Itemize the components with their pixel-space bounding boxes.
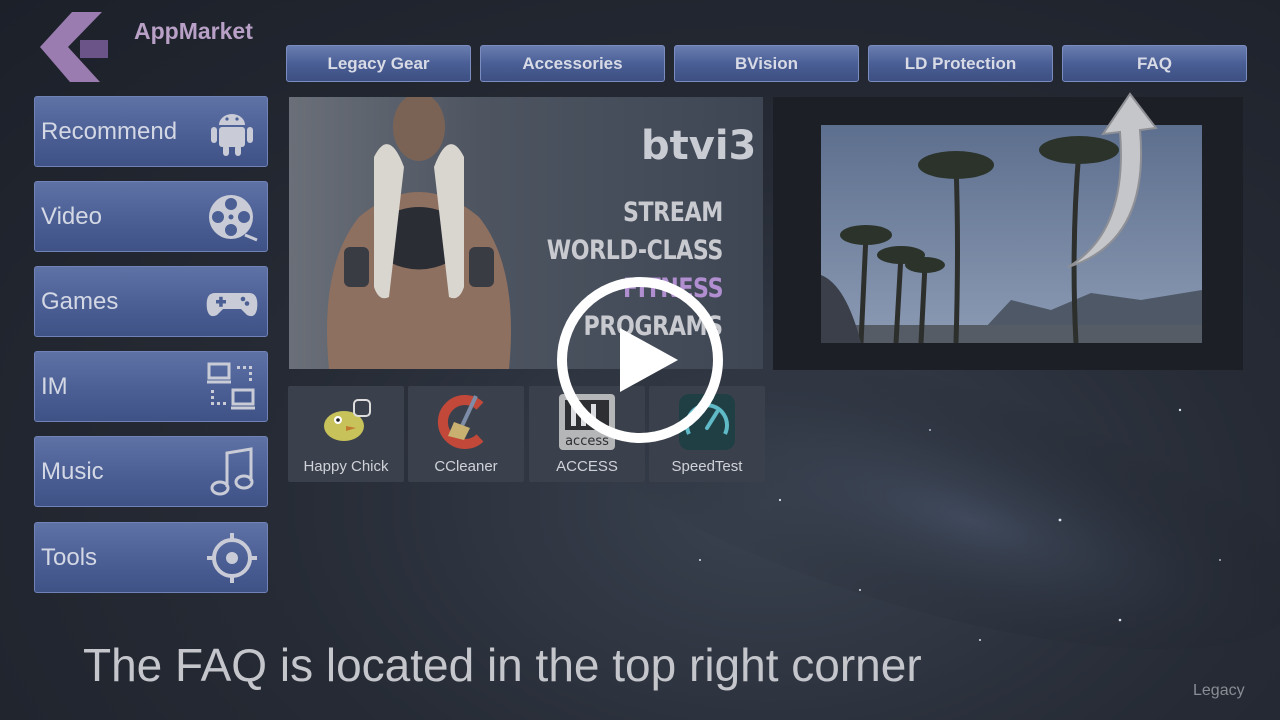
app-label: ACCESS bbox=[556, 458, 618, 475]
tab-legacy-gear[interactable]: Legacy Gear bbox=[286, 45, 471, 82]
sidebar-item-tools[interactable]: Tools bbox=[34, 522, 268, 593]
chick-icon bbox=[324, 399, 371, 441]
sidebar-item-label: Video bbox=[41, 202, 102, 230]
appmarket-logo-icon bbox=[40, 12, 108, 82]
watermark: Legacy bbox=[1193, 682, 1245, 699]
ccleaner-icon bbox=[437, 395, 484, 449]
app-label: CCleaner bbox=[434, 458, 498, 475]
sidebar-item-im[interactable]: IM bbox=[34, 351, 268, 422]
featured-photo-panel[interactable] bbox=[773, 92, 1243, 370]
app-tile-ccleaner[interactable]: CCleaner bbox=[408, 386, 524, 482]
tab-accessories[interactable]: Accessories bbox=[480, 45, 665, 82]
sidebar-item-label: IM bbox=[41, 372, 68, 400]
sidebar-item-video[interactable]: Video bbox=[34, 181, 268, 252]
app-tile-happy-chick[interactable]: Happy Chick bbox=[288, 386, 404, 482]
play-video-button[interactable] bbox=[556, 276, 724, 444]
sidebar-item-label: Tools bbox=[41, 543, 98, 571]
music-note-icon bbox=[210, 447, 254, 496]
sidebar-item-label: Recommend bbox=[41, 117, 178, 145]
arrow-pointer-icon bbox=[1067, 92, 1158, 268]
tab-faq[interactable]: FAQ bbox=[1062, 45, 1247, 82]
tab-ld-protection[interactable]: LD Protection bbox=[868, 45, 1053, 82]
sidebar-item-music[interactable]: Music bbox=[34, 436, 268, 507]
sidebar-item-games[interactable]: Games bbox=[34, 266, 268, 337]
tab-bvision[interactable]: BVision bbox=[674, 45, 859, 82]
gamepad-icon bbox=[206, 293, 258, 317]
app-name: AppMarket bbox=[134, 18, 253, 44]
film-reel-icon bbox=[209, 195, 258, 242]
video-caption: The FAQ is located in the top right corn… bbox=[83, 639, 922, 691]
banner-line-2: WORLD-CLASS bbox=[546, 235, 724, 266]
app-label: Happy Chick bbox=[303, 458, 389, 475]
gear-icon bbox=[207, 533, 257, 583]
devices-icon bbox=[207, 362, 255, 410]
app-label: SpeedTest bbox=[671, 458, 743, 475]
sidebar-item-label: Games bbox=[41, 287, 119, 315]
sidebar-item-recommend[interactable]: Recommend bbox=[34, 96, 268, 167]
android-icon bbox=[211, 114, 253, 156]
sidebar-item-label: Music bbox=[41, 457, 104, 485]
btvi3-logo: btvi3 bbox=[641, 123, 757, 169]
banner-line-1: STREAM bbox=[623, 197, 723, 228]
